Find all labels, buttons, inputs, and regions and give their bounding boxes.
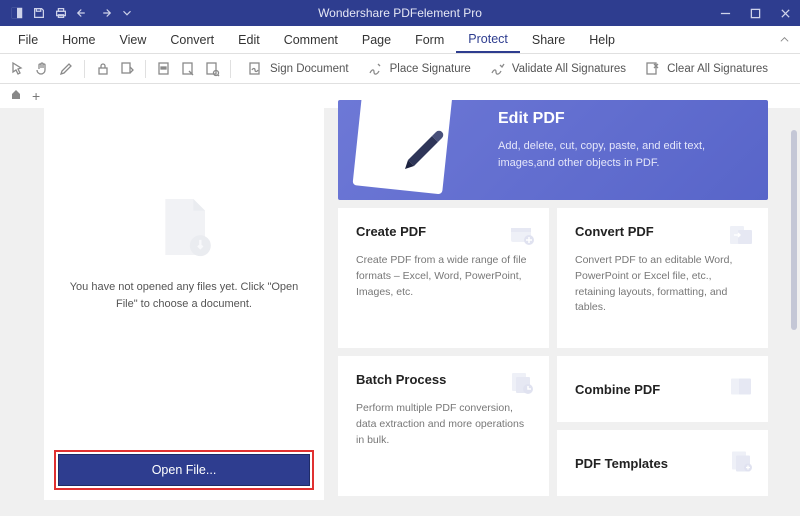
maximize-button[interactable]	[740, 0, 770, 26]
menu-share[interactable]: Share	[520, 26, 577, 54]
hero-desc: Add, delete, cut, copy, paste, and edit …	[498, 138, 750, 171]
redact-apply-icon[interactable]	[178, 59, 198, 79]
menu-page[interactable]: Page	[350, 26, 403, 54]
new-tab-button[interactable]: +	[32, 89, 40, 103]
tile-pdf-templates[interactable]: PDF Templates	[557, 430, 768, 496]
separator	[84, 60, 85, 78]
place-signature-button[interactable]: Place Signature	[359, 57, 477, 81]
batch-process-icon	[509, 370, 535, 401]
redo-icon[interactable]	[94, 2, 116, 24]
convert-pdf-icon	[728, 222, 754, 253]
tile-combine-title: Combine PDF	[575, 382, 660, 397]
separator	[230, 60, 231, 78]
clear-signatures-icon	[642, 59, 662, 79]
tile-combine-pdf[interactable]: Combine PDF	[557, 356, 768, 422]
hero-edit-pdf[interactable]: PDF Edit PDF Add, delete, cut, copy, pas…	[338, 100, 768, 200]
hero-illustration: PDF	[358, 100, 448, 190]
clear-signatures-button[interactable]: Clear All Signatures	[636, 57, 774, 81]
print-icon[interactable]	[50, 2, 72, 24]
place-signature-label: Place Signature	[390, 63, 471, 75]
separator	[145, 60, 146, 78]
menu-view[interactable]: View	[108, 26, 159, 54]
create-pdf-icon	[509, 222, 535, 253]
document-placeholder-icon	[149, 192, 219, 267]
sign-document-button[interactable]: Sign Document	[239, 57, 355, 81]
app-logo-icon	[6, 2, 28, 24]
place-signature-icon	[365, 59, 385, 79]
home-tab-icon[interactable]	[10, 87, 22, 105]
tile-convert-pdf[interactable]: Convert PDF Convert PDF to an editable W…	[557, 208, 768, 348]
permissions-icon[interactable]	[117, 59, 137, 79]
tile-templates-title: PDF Templates	[575, 456, 668, 471]
undo-icon[interactable]	[72, 2, 94, 24]
menu-convert[interactable]: Convert	[158, 26, 226, 54]
menu-help[interactable]: Help	[577, 26, 627, 54]
pdf-templates-icon	[728, 448, 754, 479]
tile-batch-process[interactable]: Batch Process Perform multiple PDF conve…	[338, 356, 549, 496]
sign-document-label: Sign Document	[270, 63, 349, 75]
collapse-ribbon-icon[interactable]	[779, 34, 790, 48]
tile-batch-title: Batch Process	[356, 372, 531, 387]
feature-grid: Create PDF Create PDF from a wide range …	[338, 208, 768, 496]
clear-signatures-label: Clear All Signatures	[667, 63, 768, 75]
tile-create-pdf[interactable]: Create PDF Create PDF from a wide range …	[338, 208, 549, 348]
hero-title: Edit PDF	[498, 110, 750, 128]
save-icon[interactable]	[28, 2, 50, 24]
validate-signatures-button[interactable]: Validate All Signatures	[481, 57, 632, 81]
combine-pdf-icon	[728, 374, 754, 405]
menu-file[interactable]: File	[6, 26, 50, 54]
password-icon[interactable]	[93, 59, 113, 79]
content-area: You have not opened any files yet. Click…	[0, 108, 800, 516]
hand-icon[interactable]	[32, 59, 52, 79]
pen-icon	[398, 120, 448, 175]
tile-create-desc: Create PDF from a wide range of file for…	[356, 253, 531, 300]
tile-convert-title: Convert PDF	[575, 224, 750, 239]
redact-mark-icon[interactable]	[154, 59, 174, 79]
menu-edit[interactable]: Edit	[226, 26, 272, 54]
edit-tool-icon[interactable]	[56, 59, 76, 79]
menu-form[interactable]: Form	[403, 26, 456, 54]
title-bar: Wondershare PDFelement Pro	[0, 0, 800, 26]
pointer-icon[interactable]	[8, 59, 28, 79]
menu-protect[interactable]: Protect	[456, 26, 520, 53]
minimize-button[interactable]	[710, 0, 740, 26]
tile-create-title: Create PDF	[356, 224, 531, 239]
sign-document-icon	[245, 59, 265, 79]
tile-convert-desc: Convert PDF to an editable Word, PowerPo…	[575, 253, 750, 316]
open-file-button[interactable]: Open File...	[58, 454, 310, 486]
qa-more-icon[interactable]	[116, 2, 138, 24]
menu-home[interactable]: Home	[50, 26, 107, 54]
scrollbar[interactable]	[791, 130, 797, 330]
redact-search-icon[interactable]	[202, 59, 222, 79]
close-button[interactable]	[770, 0, 800, 26]
open-file-panel: You have not opened any files yet. Click…	[44, 100, 324, 500]
tile-batch-desc: Perform multiple PDF conversion, data ex…	[356, 401, 531, 448]
menu-comment[interactable]: Comment	[272, 26, 350, 54]
ribbon-toolbar: Sign Document Place Signature Validate A…	[0, 54, 800, 84]
validate-signatures-label: Validate All Signatures	[512, 63, 626, 75]
open-file-highlight: Open File...	[54, 450, 314, 490]
menu-bar: File Home View Convert Edit Comment Page…	[0, 26, 800, 54]
validate-signatures-icon	[487, 59, 507, 79]
open-file-hint: You have not opened any files yet. Click…	[44, 279, 324, 312]
